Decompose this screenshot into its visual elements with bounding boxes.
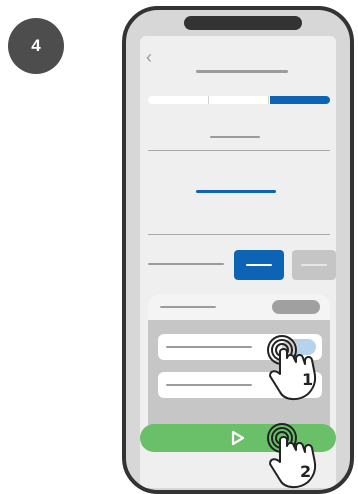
option-row-label-placeholder: [166, 346, 252, 348]
chevron-left-icon[interactable]: ‹: [146, 48, 152, 66]
progress-separator: [208, 96, 210, 104]
card-title-placeholder: [160, 306, 216, 308]
card-header: [148, 294, 330, 320]
step-number-badge: 4: [8, 18, 64, 74]
progress-separator: [268, 96, 270, 104]
progress-fill: [269, 96, 330, 104]
play-icon: [231, 430, 245, 446]
link-placeholder[interactable]: [196, 190, 276, 193]
option-row-label-placeholder: [166, 384, 252, 386]
option-button-selected[interactable]: [234, 250, 284, 280]
gesture-step-label: 1: [302, 370, 314, 389]
step-progress-bar: [148, 96, 330, 104]
option-label-placeholder: [148, 263, 224, 265]
section-heading-placeholder: [210, 136, 260, 138]
phone-notch: [184, 16, 302, 30]
header-title-placeholder: [196, 70, 288, 73]
step-number: 4: [31, 36, 41, 55]
option-button[interactable]: [292, 250, 336, 280]
gesture-step-label: 2: [300, 462, 312, 481]
hand-pointer-icon: [267, 335, 317, 400]
divider: [148, 150, 330, 151]
option-button-line: [301, 264, 327, 266]
option-button-line: [246, 264, 272, 266]
divider: [148, 234, 330, 235]
card-header-pill: [272, 300, 320, 314]
hand-pointer-icon: [267, 423, 317, 488]
